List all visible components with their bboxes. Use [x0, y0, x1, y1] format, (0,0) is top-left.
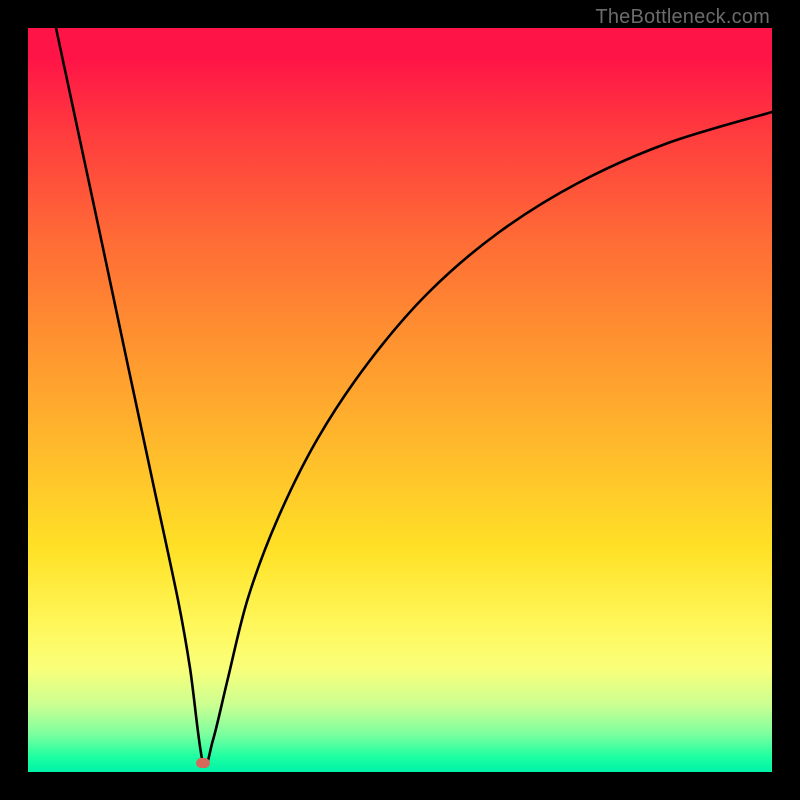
chart-frame: TheBottleneck.com — [0, 0, 800, 800]
bottleneck-curve — [28, 28, 772, 772]
watermark-text: TheBottleneck.com — [595, 6, 770, 29]
optimal-marker — [196, 758, 210, 768]
